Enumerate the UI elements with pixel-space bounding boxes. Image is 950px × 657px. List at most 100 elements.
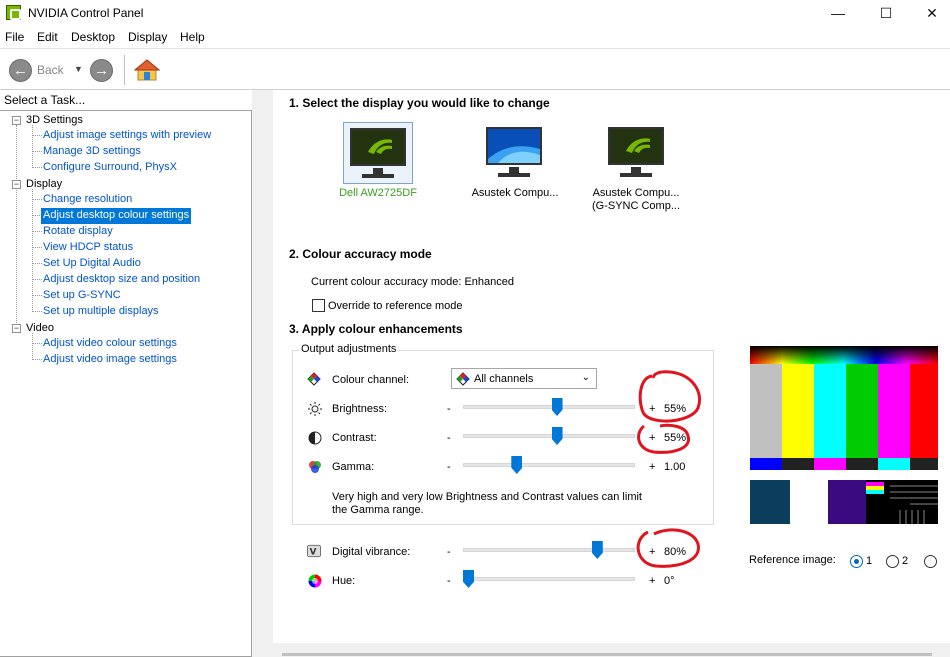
task-tree: − 3D Settings Adjust image settings with… xyxy=(0,110,252,657)
tree-item-configure-surround[interactable]: Configure Surround, PhysX xyxy=(43,160,177,176)
tree-item-adjust-desktop-colour[interactable]: Adjust desktop colour settings xyxy=(41,208,192,224)
tree-item-digital-audio[interactable]: Set Up Digital Audio xyxy=(43,256,141,272)
history-dropdown-icon[interactable]: ▼ xyxy=(74,64,83,74)
forward-arrow-icon[interactable]: → xyxy=(90,59,113,82)
contrast-minus[interactable]: - xyxy=(447,432,451,444)
gamma-minus[interactable]: - xyxy=(447,461,451,473)
brightness-value: 55% xyxy=(664,403,687,415)
nvidia-monitor-icon xyxy=(608,127,664,165)
reference-image-label: Reference image: xyxy=(749,554,836,566)
reference-option-2-radio[interactable] xyxy=(886,555,899,568)
tree-group-display[interactable]: Display xyxy=(26,177,62,193)
section-colour-accuracy-title: 2. Colour accuracy mode xyxy=(289,247,432,261)
display-label-2: Asustek Compu... xyxy=(471,187,559,199)
display-asustek-gsync[interactable] xyxy=(602,122,672,184)
hue-icon xyxy=(308,574,322,588)
contrast-plus[interactable]: + xyxy=(649,432,655,444)
gamma-slider-track[interactable] xyxy=(463,463,635,467)
section-colour-enhancements-title: 3. Apply colour enhancements xyxy=(289,322,463,336)
all-channels-icon xyxy=(456,372,470,386)
vibrance-minus[interactable]: - xyxy=(447,546,451,558)
chevron-down-icon: ⌄ xyxy=(581,372,590,383)
vibrance-value: 80% xyxy=(664,546,687,558)
tree-connector xyxy=(32,333,33,360)
override-reference-label[interactable]: Override to reference mode xyxy=(328,300,463,312)
override-reference-checkbox[interactable] xyxy=(312,299,325,312)
tree-item-view-hdcp[interactable]: View HDCP status xyxy=(43,240,133,256)
menu-display[interactable]: Display xyxy=(128,30,167,44)
tree-item-rotate-display[interactable]: Rotate display xyxy=(43,224,113,240)
tree-item-change-resolution[interactable]: Change resolution xyxy=(43,192,132,208)
horizontal-scroll-thumb[interactable] xyxy=(282,653,932,656)
tree-item-manage-3d-settings[interactable]: Manage 3D settings xyxy=(43,144,141,160)
contrast-value: 55% xyxy=(664,432,687,444)
gamma-value: 1.00 xyxy=(664,461,686,473)
contrast-icon xyxy=(308,431,322,445)
tree-item-g-sync[interactable]: Set up G-SYNC xyxy=(43,288,121,304)
tree-group-3d-settings[interactable]: 3D Settings xyxy=(26,113,83,129)
tree-item-video-image[interactable]: Adjust video image settings xyxy=(43,352,177,368)
gamma-icon xyxy=(309,461,321,473)
hue-slider-track[interactable] xyxy=(463,577,635,581)
toolbar-separator xyxy=(124,55,125,85)
display-dell-aw2725df[interactable] xyxy=(343,122,413,184)
reference-option-2-label[interactable]: 2 xyxy=(902,555,908,567)
gamma-label: Gamma: xyxy=(332,461,375,473)
nvidia-app-icon xyxy=(6,5,21,20)
hue-label: Hue: xyxy=(332,575,356,587)
menu-file[interactable]: File xyxy=(5,30,24,44)
nvidia-monitor-icon xyxy=(350,128,406,166)
vibrance-plus[interactable]: + xyxy=(649,546,655,558)
colour-channel-label: Colour channel: xyxy=(332,374,410,386)
title-bar: NVIDIA Control Panel — ☐ ✕ xyxy=(0,0,950,26)
output-adjustments-legend: Output adjustments xyxy=(299,343,399,355)
reference-option-1-label[interactable]: 1 xyxy=(866,555,872,567)
digital-vibrance-icon: V xyxy=(307,544,321,558)
menu-bar: File Edit Desktop Display Help xyxy=(0,27,950,48)
vertical-scrollbar[interactable] xyxy=(940,90,950,643)
brightness-slider-track[interactable] xyxy=(463,405,635,409)
menu-desktop[interactable]: Desktop xyxy=(71,30,115,44)
tree-item-multiple-displays[interactable]: Set up multiple displays xyxy=(43,304,159,320)
colour-channel-select[interactable]: All channels ⌄ xyxy=(451,368,597,389)
close-button[interactable]: ✕ xyxy=(909,0,950,26)
tree-item-video-colour[interactable]: Adjust video colour settings xyxy=(43,336,177,352)
tree-group-video[interactable]: Video xyxy=(26,321,54,337)
tree-connector xyxy=(16,125,17,333)
home-icon[interactable] xyxy=(134,58,160,82)
tree-item-adjust-image-settings[interactable]: Adjust image settings with preview xyxy=(43,128,211,144)
reference-option-3-radio[interactable] xyxy=(924,555,937,568)
display-label-1: Dell AW2725DF xyxy=(339,187,417,199)
digital-vibrance-label: Digital vibrance: xyxy=(332,546,411,558)
back-button-label[interactable]: Back xyxy=(37,63,64,77)
gamma-note-line2: the Gamma range. xyxy=(332,504,424,516)
menu-help[interactable]: Help xyxy=(180,30,205,44)
maximize-button[interactable]: ☐ xyxy=(863,0,909,26)
gamma-note-line1: Very high and very low Brightness and Co… xyxy=(332,491,642,503)
tree-item-desktop-size[interactable]: Adjust desktop size and position xyxy=(43,272,200,288)
brightness-minus[interactable]: - xyxy=(447,403,451,415)
reference-test-pattern-image xyxy=(750,346,938,524)
expander-display[interactable]: − xyxy=(12,180,21,189)
tree-connector xyxy=(32,125,33,168)
contrast-label: Contrast: xyxy=(332,432,377,444)
back-arrow-icon[interactable]: ← xyxy=(9,59,32,82)
colour-channel-value: All channels xyxy=(474,373,534,385)
windows-monitor-icon xyxy=(486,127,542,165)
contrast-slider-track[interactable] xyxy=(463,434,635,438)
gamma-plus[interactable]: + xyxy=(649,461,655,473)
brightness-plus[interactable]: + xyxy=(649,403,655,415)
section-select-display-title: 1. Select the display you would like to … xyxy=(289,96,550,110)
vibrance-slider-track[interactable] xyxy=(463,548,635,552)
minimize-button[interactable]: — xyxy=(815,0,861,26)
window-title: NVIDIA Control Panel xyxy=(28,6,144,20)
current-colour-mode: Current colour accuracy mode: Enhanced xyxy=(311,276,514,288)
svg-text:V: V xyxy=(310,548,317,558)
expander-3d-settings[interactable]: − xyxy=(12,116,21,125)
reference-option-1-radio[interactable] xyxy=(850,555,863,568)
hue-minus[interactable]: - xyxy=(447,575,451,587)
display-asustek-1[interactable] xyxy=(480,122,550,184)
menu-edit[interactable]: Edit xyxy=(37,30,58,44)
hue-plus[interactable]: + xyxy=(649,575,655,587)
expander-video[interactable]: − xyxy=(12,324,21,333)
